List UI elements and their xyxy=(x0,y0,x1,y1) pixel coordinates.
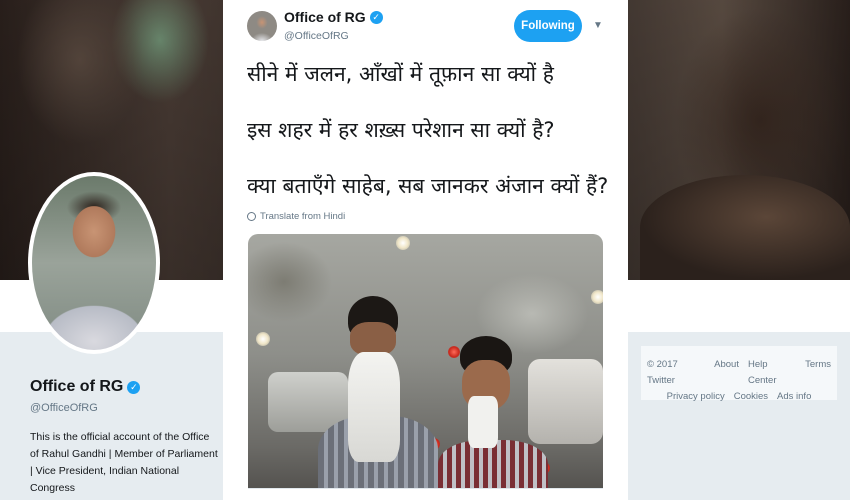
tweet-author-name-text[interactable]: Office of RG xyxy=(284,9,366,25)
tweet-author-handle[interactable]: @OfficeOfRG xyxy=(284,30,349,42)
footer-link-about[interactable]: About xyxy=(714,357,739,389)
media-headlight xyxy=(256,332,270,346)
tweet-text-line-1: सीने में जलन, आँखों में तूफ़ान सा क्यों … xyxy=(247,62,554,86)
footer-link-help-center[interactable]: Help Center xyxy=(748,357,796,389)
tweet-text-line-3: क्या बताएँगे साहेब, सब जानकर अंजान क्यों… xyxy=(247,174,609,198)
footer-row: Privacy policy Cookies Ads info xyxy=(647,389,831,405)
media-streetlight xyxy=(396,236,410,250)
footer-link-cookies[interactable]: Cookies xyxy=(734,389,768,405)
media-headlight xyxy=(591,290,603,304)
footer-copyright: © 2017 Twitter xyxy=(647,359,678,386)
tweet-text-line-2: इस शहर में हर शख़्स परेशान सा क्यों है? xyxy=(247,118,555,142)
footer-links-card: © 2017 Twitter About Help Center Terms P… xyxy=(640,345,838,402)
footer-link-terms[interactable]: Terms xyxy=(805,357,831,389)
chevron-down-icon[interactable]: ▼ xyxy=(591,19,605,33)
tweet-media-image[interactable] xyxy=(248,234,603,500)
media-child-masked xyxy=(318,296,438,500)
media-child-masked xyxy=(438,336,548,500)
verified-badge-icon: ✓ xyxy=(127,380,141,394)
profile-name-text[interactable]: Office of RG xyxy=(30,378,123,396)
media-child-mask xyxy=(348,352,400,462)
media-caption-strip xyxy=(248,488,603,500)
footer-row: © 2017 Twitter About Help Center Terms xyxy=(647,357,831,389)
translate-label[interactable]: Translate from Hindi xyxy=(260,211,345,222)
translate-link[interactable]: Translate from Hindi xyxy=(247,211,345,222)
profile-avatar-image xyxy=(32,176,156,350)
footer-link-ads-info[interactable]: Ads info xyxy=(777,389,811,405)
header-photo-figure xyxy=(640,175,850,280)
tweet-author-name[interactable]: Office of RG ✓ xyxy=(284,9,383,25)
media-child-mask xyxy=(468,396,498,448)
globe-icon xyxy=(247,212,256,221)
profile-name[interactable]: Office of RG ✓ xyxy=(30,378,141,396)
footer-link-privacy-policy[interactable]: Privacy policy xyxy=(667,389,725,405)
verified-badge-icon: ✓ xyxy=(369,10,383,24)
following-button[interactable]: Following xyxy=(514,10,582,42)
profile-avatar[interactable] xyxy=(28,172,160,354)
profile-handle[interactable]: @OfficeOfRG xyxy=(30,402,98,414)
tweet-permalink-card: Office of RG ✓ @OfficeOfRG Following ▼ स… xyxy=(223,0,628,500)
profile-bio: This is the official account of the Offi… xyxy=(30,431,218,494)
tweet-author-avatar[interactable] xyxy=(247,11,277,41)
media-child-face xyxy=(350,322,396,356)
